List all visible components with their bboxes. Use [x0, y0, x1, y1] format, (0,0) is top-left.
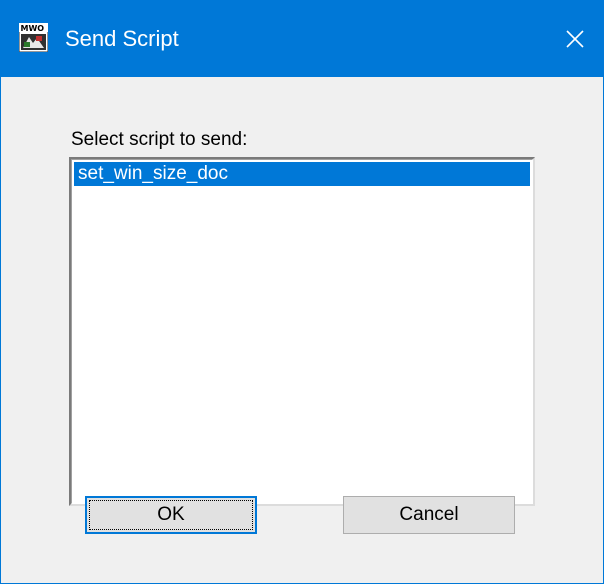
svg-text:MWO: MWO	[21, 24, 45, 33]
script-list-item[interactable]: set_win_size_doc	[74, 162, 530, 186]
cancel-button[interactable]: Cancel	[343, 496, 515, 534]
app-icon: MWO	[18, 22, 49, 53]
listbox-frame: set_win_size_doc	[71, 159, 533, 504]
script-listbox[interactable]: set_win_size_doc	[69, 157, 535, 506]
close-button[interactable]	[547, 1, 603, 77]
window-title: Send Script	[65, 26, 179, 51]
script-list-label: Select script to send:	[71, 129, 248, 150]
cancel-button-label: Cancel	[399, 504, 459, 525]
title-bar[interactable]: MWO Send Script	[1, 1, 603, 77]
send-script-dialog: MWO Send Script Select script to send: s…	[0, 0, 604, 584]
ok-button-label: OK	[157, 504, 185, 525]
ok-button[interactable]: OK	[85, 496, 257, 534]
close-icon	[566, 30, 584, 48]
dialog-body: Select script to send: set_win_size_doc …	[1, 77, 603, 583]
